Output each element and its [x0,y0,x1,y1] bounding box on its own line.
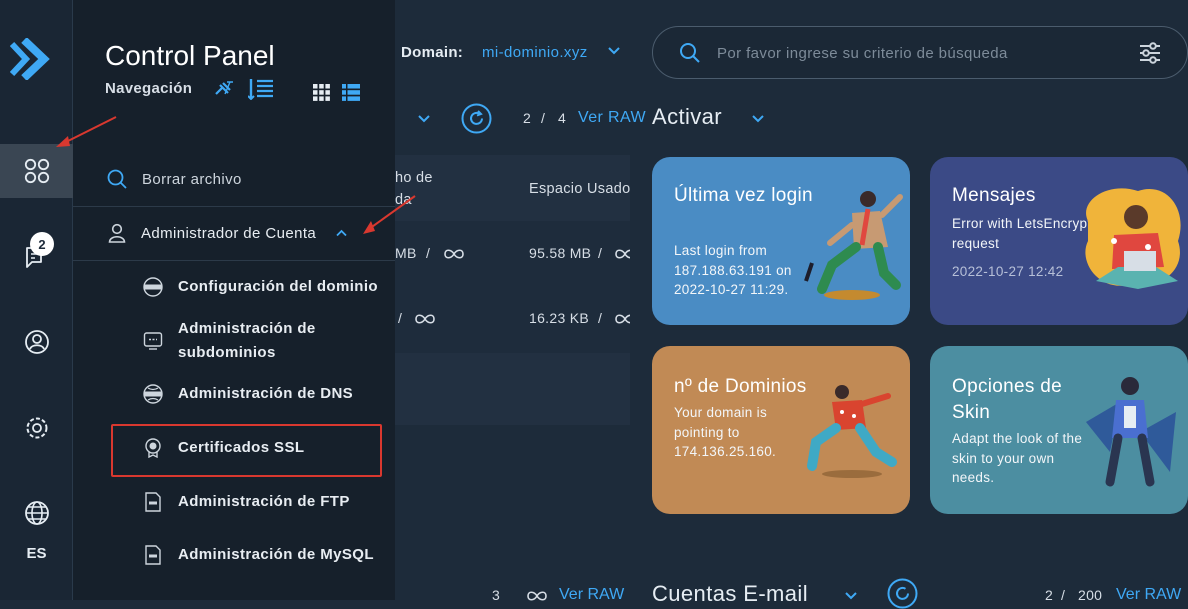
person-running-illustration [792,382,902,482]
view-raw-link[interactable]: Ver RAW [1116,586,1181,604]
menu-item-label: Administración de DNS [178,385,354,402]
domain-chevron-down-icon[interactable] [608,46,620,56]
row-1-bandwidth: MB [395,245,417,261]
panel-title: Control Panel [105,40,275,71]
card-body: Your domain is pointing to 174.136.25.16… [674,405,777,459]
view-raw-link[interactable]: Ver RAW [559,586,624,604]
row-2-space: 16.23 KB [529,310,589,326]
search-icon [679,42,701,64]
card-skin-options[interactable]: Opciones de Skin Adapt the look of the s… [930,346,1188,514]
email-counter-separator: / [1061,587,1066,603]
menu-item-domain-config[interactable]: Configuración del dominio [143,275,378,299]
row-1-space: 95.58 MB [529,245,592,261]
settings-gear-icon[interactable] [0,401,73,455]
row-1-space-slash: / [598,245,603,261]
row-1-slash: / [426,245,431,261]
menu-item-label: Configuración del dominio [178,278,378,295]
column-header-bandwidth-2: da [395,192,412,208]
dns-icon [143,384,163,404]
search-bar[interactable] [652,26,1188,79]
pin-icon[interactable] [213,80,235,98]
menu-item-label: Administración de subdominios [178,320,316,361]
divider [73,206,395,207]
filter-sliders-icon[interactable] [1139,42,1161,64]
navigation-panel: Control Panel Navegación Borrar archivo [73,0,395,600]
card-title: Última vez login [674,185,813,206]
card-title: Mensajes [952,185,1036,206]
domain-label: Domain: [401,44,464,61]
menu-item-ftp[interactable]: Administración de FTP [143,490,350,514]
dashboard-grid-icon[interactable] [0,144,73,198]
account-admin-group[interactable]: Administrador de Cuenta [73,220,395,246]
section-title-email-accounts: Cuentas E-mail [652,581,808,606]
infinity-icon [614,249,630,259]
infinity-icon [414,314,436,324]
chevron-down-icon[interactable] [418,114,430,124]
card-messages[interactable]: Mensajes Error with LetsEncrypt request … [930,157,1188,325]
menu-item-subdomains[interactable]: Administración de subdominios [143,317,338,365]
grid-view-icon[interactable] [313,84,330,101]
person-standing-illustration [1080,372,1180,492]
column-header-space: Espacio Usado [529,181,631,197]
section-title-activar: Activar [652,104,723,129]
user-account-icon[interactable] [0,315,73,369]
delete-file-label: Borrar archivo [142,170,242,188]
highlight-box [111,424,382,477]
menu-item-label: Administración de MySQL [178,546,374,563]
domain-config-icon [143,277,163,297]
infinity-icon [614,314,630,324]
menu-item-label: Administración de FTP [178,493,350,510]
refresh-icon[interactable] [887,578,918,609]
language-globe-icon[interactable] [0,486,73,540]
ftp-icon [143,492,163,512]
search-icon [107,169,127,189]
subdomain-icon [143,331,163,351]
chevron-up-icon[interactable] [336,229,347,237]
row-2-space-slash: / [598,310,603,326]
chevron-down-icon[interactable] [845,592,857,600]
divider [73,260,395,261]
panel-subtitle: Navegación [105,80,193,97]
person-walking-illustration [802,185,907,303]
disk-counter-separator: / [541,110,546,126]
disk-counter-current: 2 [523,110,532,126]
icon-rail: 2 ES [0,0,73,600]
list-sort-icon[interactable] [248,78,274,100]
card-body: Adapt the look of the skin to your own n… [952,431,1083,485]
menu-item-dns[interactable]: Administración de DNS [143,382,353,406]
delete-file-search[interactable]: Borrar archivo [73,166,395,192]
row-2-slash: / [398,310,403,326]
domain-selector[interactable]: mi-dominio.xyz [482,44,588,61]
column-header-bandwidth: ho de [395,170,433,186]
chevron-down-icon[interactable] [752,114,764,124]
mysql-icon [143,545,163,565]
disk-counter-total: 4 [558,110,567,126]
card-body: Last login from 187.188.63.191 on 2022-1… [674,243,792,297]
card-title: nº de Dominios [674,376,807,397]
email-count: 3 [492,587,501,603]
user-icon [108,223,126,243]
view-raw-link[interactable]: Ver RAW [578,109,646,127]
language-code[interactable]: ES [0,545,73,562]
card-domains-count[interactable]: nº de Dominios Your domain is pointing t… [652,346,910,514]
card-date: 2022-10-27 12:42 [952,264,1064,279]
list-view-icon[interactable] [342,84,360,101]
infinity-icon [443,249,465,259]
card-last-login[interactable]: Última vez login Last login from 187.188… [652,157,910,325]
email-counter-current: 2 [1045,587,1054,603]
app-logo-icon[interactable] [10,38,50,80]
email-counter-total: 200 [1078,587,1103,603]
search-input[interactable] [717,41,1117,65]
refresh-icon[interactable] [461,103,492,134]
notification-badge: 2 [30,232,54,256]
account-admin-label: Administrador de Cuenta [141,224,317,242]
menu-item-mysql[interactable]: Administración de MySQL [143,543,374,567]
person-laptop-illustration [1078,181,1188,301]
